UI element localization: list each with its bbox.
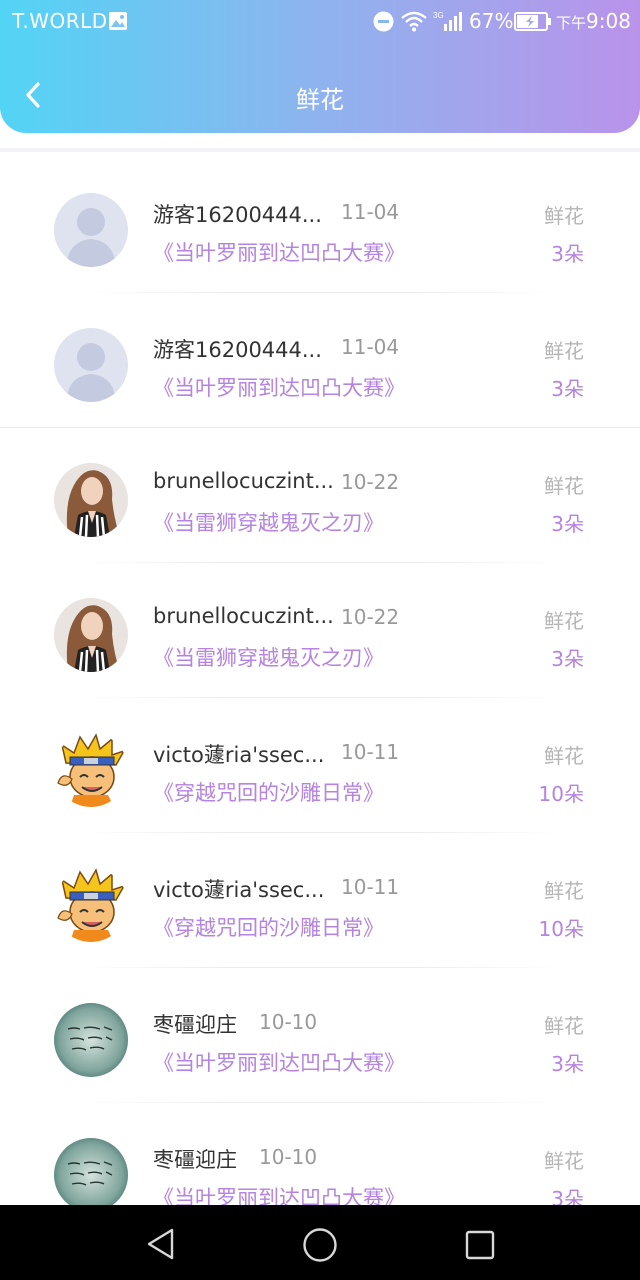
nav-back-icon[interactable] xyxy=(145,1227,177,1261)
username: brunellocuczint... xyxy=(153,469,334,493)
record-date: 10-11 xyxy=(341,740,400,764)
work-title-link[interactable]: 《当叶罗丽到达凹凸大赛》 xyxy=(153,237,405,267)
username: brunellocuczint... xyxy=(153,604,334,628)
app-header: T.WORLD 3G 67% 下午9:08 鲜花 xyxy=(0,0,640,133)
list-item[interactable]: brunellocuczint... 10-22 《当雷狮穿越鬼灭之刃》 鲜花 3朵 xyxy=(0,428,640,563)
gift-count: 3朵 xyxy=(551,512,584,536)
wifi-icon xyxy=(401,11,427,32)
system-navigation-bar xyxy=(0,1205,640,1280)
battery-percent: 67% xyxy=(469,9,514,33)
status-bar: T.WORLD 3G 67% 下午9:08 xyxy=(0,0,640,44)
gift-count: 10朵 xyxy=(538,917,584,941)
avatar[interactable] xyxy=(54,1003,128,1077)
gift-type-label: 鲜花 xyxy=(544,1014,584,1038)
gift-type-label: 鲜花 xyxy=(544,609,584,633)
record-date: 10-22 xyxy=(341,470,400,494)
avatar[interactable] xyxy=(54,328,128,402)
gift-count: 3朵 xyxy=(551,1187,584,1205)
record-date: 11-04 xyxy=(341,335,400,359)
gift-type-label: 鲜花 xyxy=(544,339,584,363)
avatar[interactable] xyxy=(54,598,128,672)
avatar[interactable] xyxy=(54,463,128,537)
battery-charging-icon xyxy=(514,12,551,31)
list-item[interactable]: brunellocuczint... 10-22 《当雷狮穿越鬼灭之刃》 鲜花 3朵 xyxy=(0,563,640,698)
list-item[interactable]: 枣礓迎庄 10-10 《当叶罗丽到达凹凸大赛》 鲜花 3朵 xyxy=(0,968,640,1103)
gift-count: 3朵 xyxy=(551,1052,584,1076)
record-date: 10-22 xyxy=(341,605,400,629)
avatar[interactable] xyxy=(54,1138,128,1205)
gift-count: 3朵 xyxy=(551,242,584,266)
gift-type-label: 鲜花 xyxy=(544,474,584,498)
work-title-link[interactable]: 《穿越咒回的沙雕日常》 xyxy=(153,912,384,942)
signal-icon: 3G xyxy=(433,11,462,31)
nav-home-icon[interactable] xyxy=(302,1227,338,1263)
flower-record-list[interactable]: 游客16200444... 11-04 《当叶罗丽到达凹凸大赛》 鲜花 3朵 游客1620… xyxy=(0,148,640,1205)
network-type-label: 3G xyxy=(433,11,444,20)
username: 枣礓迎庄 xyxy=(153,1148,237,1172)
list-item[interactable]: victo蘧ria'ssec... 10-11 《穿越咒回的沙雕日常》 鲜花 10朵 xyxy=(0,833,640,968)
avatar[interactable] xyxy=(54,868,128,942)
gift-type-label: 鲜花 xyxy=(544,744,584,768)
list-item[interactable]: 游客16200444... 11-04 《当叶罗丽到达凹凸大赛》 鲜花 3朵 xyxy=(0,293,640,428)
status-clock: 下午9:08 xyxy=(556,9,631,33)
username: victo蘧ria'ssec... xyxy=(153,878,325,902)
username: victo蘧ria'ssec... xyxy=(153,743,325,767)
carrier-name: T.WORLD xyxy=(12,9,108,33)
avatar[interactable] xyxy=(54,733,128,807)
work-title-link[interactable]: 《当叶罗丽到达凹凸大赛》 xyxy=(153,1182,405,1205)
work-title-link[interactable]: 《当雷狮穿越鬼灭之刃》 xyxy=(153,507,384,537)
record-date: 10-10 xyxy=(259,1145,318,1169)
work-title-link[interactable]: 《穿越咒回的沙雕日常》 xyxy=(153,777,384,807)
username: 游客16200444... xyxy=(153,338,322,362)
clock-period: 下午 xyxy=(556,14,587,32)
nav-recents-icon[interactable] xyxy=(464,1229,496,1261)
do-not-disturb-icon xyxy=(373,11,394,32)
record-date: 10-11 xyxy=(341,875,400,899)
work-title-link[interactable]: 《当叶罗丽到达凹凸大赛》 xyxy=(153,372,405,402)
list-item[interactable]: victo蘧ria'ssec... 10-11 《穿越咒回的沙雕日常》 鲜花 10朵 xyxy=(0,698,640,833)
record-date: 10-10 xyxy=(259,1010,318,1034)
gift-type-label: 鲜花 xyxy=(544,1149,584,1173)
gift-type-label: 鲜花 xyxy=(544,204,584,228)
record-date: 11-04 xyxy=(341,200,400,224)
gift-count: 3朵 xyxy=(551,647,584,671)
work-title-link[interactable]: 《当雷狮穿越鬼灭之刃》 xyxy=(153,642,384,672)
gallery-icon xyxy=(109,12,127,30)
gift-count: 3朵 xyxy=(551,377,584,401)
page-title: 鲜花 xyxy=(296,86,344,114)
work-title-link[interactable]: 《当叶罗丽到达凹凸大赛》 xyxy=(153,1047,405,1077)
list-top-band xyxy=(0,148,640,152)
gift-count: 10朵 xyxy=(538,782,584,806)
clock-time: 9:08 xyxy=(586,9,631,33)
list-item[interactable]: 游客16200444... 11-04 《当叶罗丽到达凹凸大赛》 鲜花 3朵 xyxy=(0,158,640,293)
username: 游客16200444... xyxy=(153,203,322,227)
username: 枣礓迎庄 xyxy=(153,1013,237,1037)
gift-type-label: 鲜花 xyxy=(544,879,584,903)
avatar[interactable] xyxy=(54,193,128,267)
list-item[interactable]: 枣礓迎庄 10-10 《当叶罗丽到达凹凸大赛》 鲜花 3朵 xyxy=(0,1103,640,1205)
